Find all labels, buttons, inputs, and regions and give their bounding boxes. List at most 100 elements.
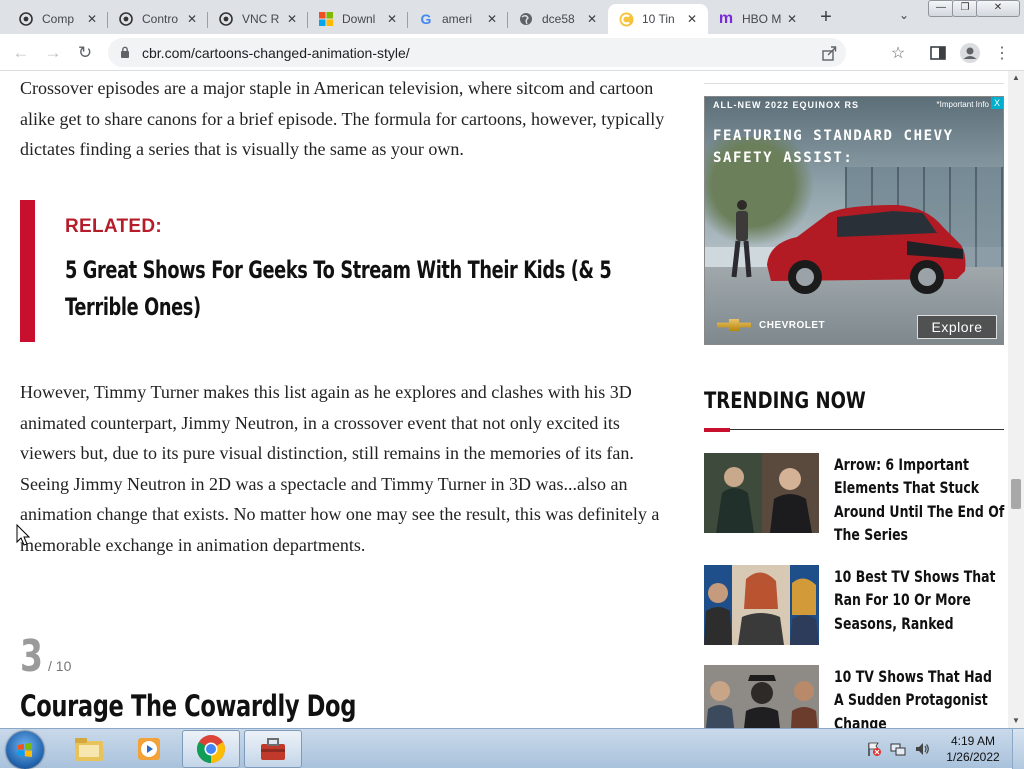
- tab-title: Downl: [342, 12, 376, 26]
- back-button[interactable]: ←: [8, 40, 34, 66]
- forward-button[interactable]: →: [40, 40, 66, 66]
- network-icon[interactable]: [890, 741, 906, 757]
- page-viewport: Crossover episodes are a major staple in…: [0, 71, 1008, 728]
- ad-close-icon[interactable]: X: [991, 97, 1003, 109]
- tab-4[interactable]: Downl ✕: [308, 4, 408, 34]
- tab-strip: Comp ✕ Contro ✕ VNC R ✕ Downl ✕ G ameri …: [0, 0, 1024, 34]
- remote-desktop-icon: [118, 11, 134, 27]
- tab-title: 10 Tin: [642, 12, 675, 26]
- tab-2[interactable]: Contro ✕: [108, 4, 208, 34]
- trending-thumbnail[interactable]: [704, 665, 819, 728]
- browser-toolbar: ← → ↻ cbr.com/cartoons-changed-animation…: [0, 34, 1024, 71]
- menu-kebab-icon[interactable]: ⋮: [992, 43, 1012, 63]
- related-box: RELATED: 5 Great Shows For Geeks To Stre…: [20, 200, 660, 342]
- profile-avatar-icon[interactable]: [960, 43, 980, 63]
- trending-thumbnail[interactable]: [704, 453, 819, 533]
- reload-button[interactable]: ↻: [72, 40, 98, 66]
- scroll-up-arrow-icon[interactable]: ▲: [1008, 71, 1024, 85]
- action-center-flag-icon[interactable]: [866, 741, 882, 757]
- list-rank: 3 / 10: [20, 631, 71, 682]
- article-paragraph: However, Timmy Turner makes this list ag…: [20, 382, 660, 555]
- trending-item[interactable]: 10 TV Shows That Had A Sudden Protagonis…: [704, 665, 1004, 728]
- maximize-button[interactable]: ❐: [952, 0, 978, 17]
- cbr-icon: [618, 11, 634, 27]
- system-clock[interactable]: 4:19 AM 1/26/2022: [940, 733, 1006, 765]
- chrome-icon[interactable]: [182, 730, 240, 768]
- close-icon[interactable]: ✕: [84, 11, 100, 27]
- trending-item[interactable]: 10 Best TV Shows That Ran For 10 Or More…: [704, 565, 1004, 645]
- related-label: RELATED:: [65, 216, 163, 237]
- close-icon[interactable]: ✕: [684, 11, 700, 27]
- person-figure: [731, 200, 752, 278]
- related-article-link[interactable]: 5 Great Shows For Geeks To Stream With T…: [65, 252, 642, 326]
- media-player-icon[interactable]: [120, 730, 178, 768]
- tab-5[interactable]: G ameri ✕: [408, 4, 508, 34]
- close-icon[interactable]: ✕: [584, 11, 600, 27]
- trending-title[interactable]: Arrow: 6 Important Elements That Stuck A…: [834, 453, 1006, 547]
- ad-top-line: ALL-NEW 2022 EQUINOX RS: [713, 100, 860, 110]
- ad-brand: CHEVROLET: [759, 319, 826, 331]
- close-icon[interactable]: ✕: [384, 11, 400, 27]
- ad-headline: FEATURING STANDARD CHEVY SAFETY ASSIST:: [713, 128, 954, 166]
- windows-explorer-icon[interactable]: [60, 730, 118, 768]
- ad-notice[interactable]: *Important Info: [937, 100, 989, 109]
- start-button[interactable]: [6, 731, 44, 769]
- remote-desktop-icon: [18, 11, 34, 27]
- hbo-max-icon: m: [718, 10, 734, 27]
- close-icon[interactable]: ✕: [284, 11, 300, 27]
- trending-accent-bar: [704, 428, 730, 432]
- new-tab-button[interactable]: +: [814, 6, 838, 30]
- tab-search-chevron-icon[interactable]: ⌄: [894, 8, 914, 26]
- url-text[interactable]: cbr.com/cartoons-changed-animation-style…: [142, 45, 410, 61]
- tab-title: dce58: [542, 12, 575, 26]
- tab-6[interactable]: dce58 ✕: [508, 4, 608, 34]
- show-desktop-button[interactable]: [1012, 729, 1024, 769]
- share-icon[interactable]: [820, 44, 838, 62]
- close-icon[interactable]: ✕: [184, 11, 200, 27]
- trending-title[interactable]: 10 TV Shows That Had A Sudden Protagonis…: [834, 665, 1006, 728]
- tab-active[interactable]: 10 Tin ✕: [608, 4, 708, 34]
- address-bar[interactable]: cbr.com/cartoons-changed-animation-style…: [108, 38, 846, 67]
- remote-desktop-icon: [218, 11, 234, 27]
- tab-1[interactable]: Comp ✕: [8, 4, 108, 34]
- lock-icon[interactable]: [120, 46, 130, 58]
- chevrolet-bowtie-icon: [717, 319, 751, 331]
- article-paragraph: Crossover episodes are a major staple in…: [20, 78, 665, 160]
- bookmark-star-icon[interactable]: ☆: [888, 43, 908, 63]
- trending-divider: [704, 429, 1004, 430]
- advertisement[interactable]: ALL-NEW 2022 EQUINOX RS *Important Info …: [704, 96, 1004, 345]
- globe-icon: [518, 11, 534, 27]
- close-window-button[interactable]: ✕: [976, 0, 1020, 17]
- tab-title: Comp: [42, 12, 75, 26]
- chevrolet-logo: CHEVROLET: [717, 319, 825, 331]
- close-icon[interactable]: ✕: [484, 11, 500, 27]
- scrollbar-thumb[interactable]: [1011, 479, 1021, 509]
- tab-title: VNC R: [242, 12, 280, 26]
- sidebar-divider: [704, 83, 1004, 84]
- trending-item[interactable]: Arrow: 6 Important Elements That Stuck A…: [704, 453, 1004, 544]
- car-image: [767, 205, 966, 294]
- tab-3[interactable]: VNC R ✕: [208, 4, 308, 34]
- trending-thumbnail[interactable]: [704, 565, 819, 645]
- trending-title[interactable]: 10 Best TV Shows That Ran For 10 Or More…: [834, 565, 1006, 635]
- tab-title: ameri: [442, 12, 473, 26]
- windows-logo-icon: [18, 743, 32, 757]
- tab-title: HBO M: [742, 12, 782, 26]
- tab-8[interactable]: m HBO M ✕: [708, 4, 808, 34]
- rank-number: 3: [20, 631, 43, 682]
- ad-explore-button[interactable]: Explore: [917, 315, 997, 339]
- clock-time: 4:19 AM: [950, 734, 996, 748]
- trending-heading: TRENDING NOW: [704, 389, 866, 414]
- list-entry-title: Courage The Cowardly Dog: [20, 689, 356, 723]
- clock-date: 1/26/2022: [946, 750, 1000, 764]
- scroll-down-arrow-icon[interactable]: ▼: [1008, 714, 1024, 728]
- close-icon[interactable]: ✕: [784, 11, 800, 27]
- microsoft-icon: [318, 11, 334, 27]
- page-scrollbar[interactable]: ▲ ▼: [1008, 71, 1024, 728]
- google-icon: G: [420, 11, 432, 27]
- side-panel-icon[interactable]: [928, 43, 948, 63]
- minimize-button[interactable]: —: [928, 0, 954, 17]
- mouse-cursor-icon: [16, 524, 30, 546]
- toolbox-icon[interactable]: [244, 730, 302, 768]
- volume-icon[interactable]: [914, 741, 930, 757]
